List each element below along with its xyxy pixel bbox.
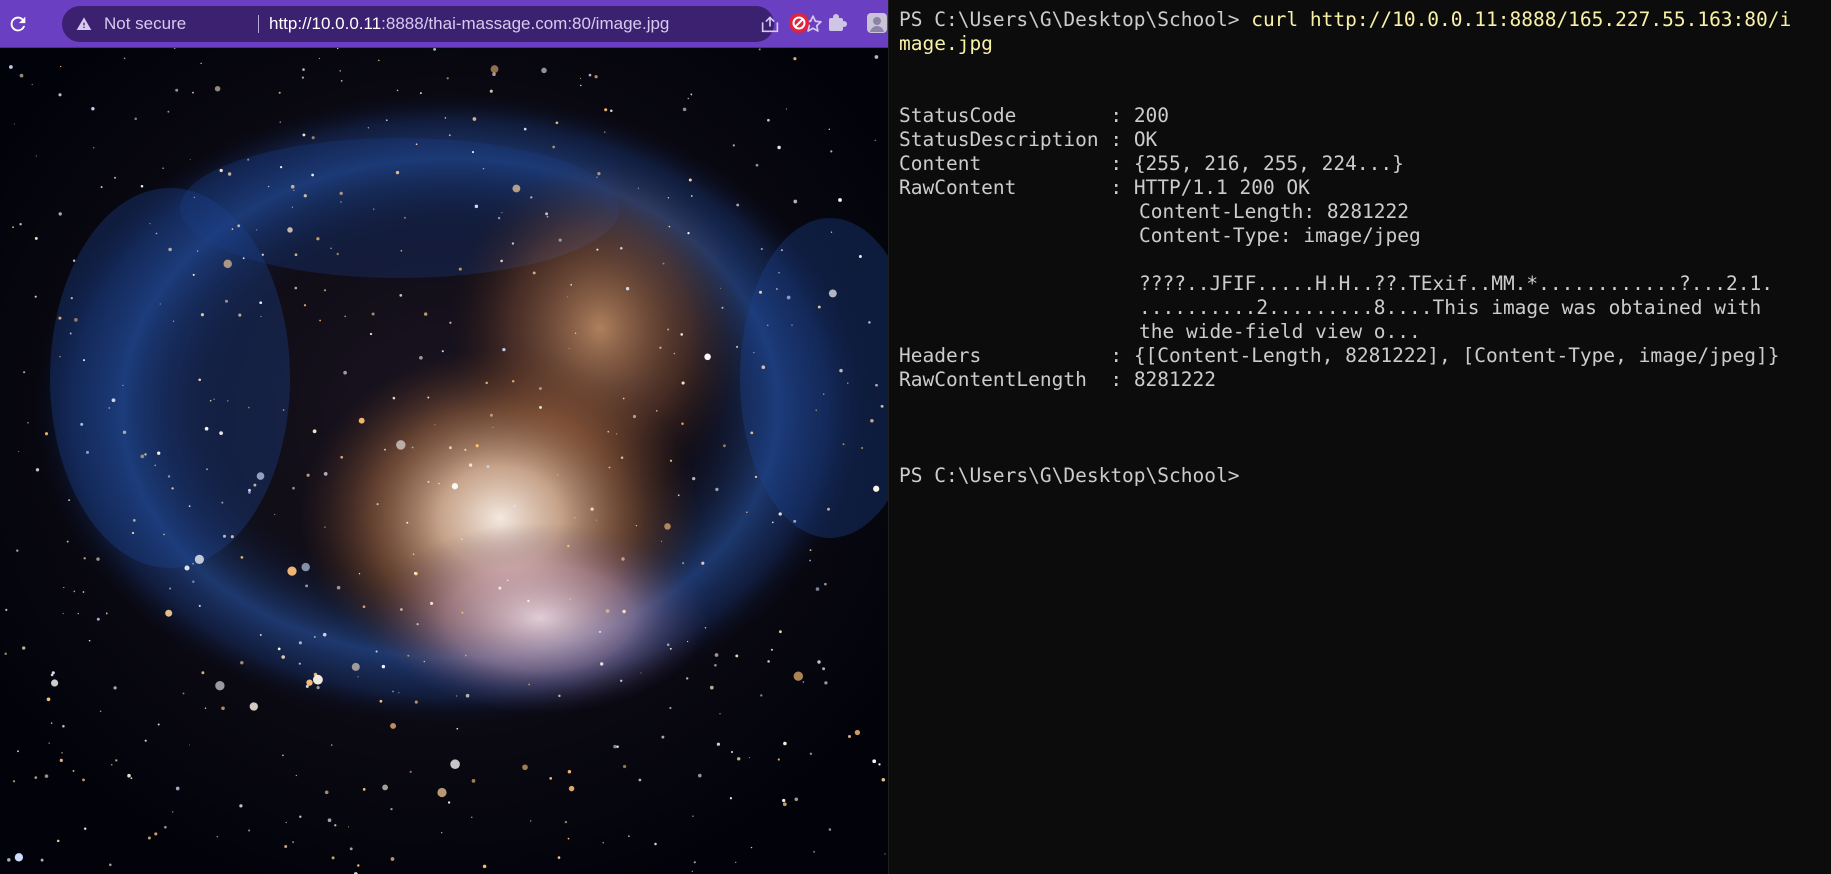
output-label: StatusDescription : (899, 128, 1134, 151)
address-bar[interactable]: Not secure http://10.0.0.11:8888/thai-ma… (62, 6, 822, 42)
prompt-text: PS C:\Users\G\Desktop\School> (899, 8, 1252, 31)
command-text: curl http://10.0.0.11:8888/165.227.55.16… (1251, 8, 1792, 31)
image-viewer[interactable] (0, 48, 888, 874)
output-content: Content : {255, 216, 255, 224...} (899, 152, 1404, 176)
prompt-line[interactable]: PS C:\Users\G\Desktop\School> (899, 464, 1239, 488)
output-value: OK (1133, 128, 1158, 151)
profile-extension-icon[interactable] (866, 12, 888, 34)
url-path: :8888/thai-massage.com:80/image.jpg (381, 14, 670, 33)
output-value: {255, 216, 255, 224...} (1133, 152, 1404, 175)
share-icon[interactable] (760, 15, 780, 33)
output-value: 200 (1133, 104, 1170, 127)
browser-toolbar: Not secure http://10.0.0.11:8888/thai-ma… (0, 0, 888, 48)
url-text[interactable]: http://10.0.0.11:8888/thai-massage.com:8… (269, 6, 669, 42)
output-label: StatusCode : (899, 104, 1134, 127)
refresh-icon (10, 16, 26, 32)
puzzle-extension-icon[interactable] (826, 12, 848, 34)
output-status-description: StatusDescription : OK (899, 128, 1157, 152)
security-status-text[interactable]: Not secure (104, 6, 186, 42)
raw-content-line: ????..JFIF.....H.H..??.TExif..MM.*......… (1139, 272, 1773, 295)
command-text-wrap: mage.jpg (899, 32, 993, 55)
output-raw-content: RawContent : HTTP/1.1 200 OK (899, 176, 1310, 200)
warning-icon[interactable] (76, 16, 92, 32)
output-status-code: StatusCode : 200 (899, 104, 1169, 128)
address-divider (258, 15, 259, 33)
output-label: Content : (899, 152, 1134, 175)
browser-window: Not secure http://10.0.0.11:8888/thai-ma… (0, 0, 888, 874)
output-label: RawContentLength : (899, 368, 1134, 391)
url-host: http://10.0.0.11 (269, 14, 382, 33)
output-value: HTTP/1.1 200 OK (1133, 176, 1310, 199)
output-value: {[Content-Length, 8281222], [Content-Typ… (1133, 344, 1780, 367)
command-line: PS C:\Users\G\Desktop\School> curl http:… (899, 8, 1791, 32)
output-raw-content-length: RawContentLength : 8281222 (899, 368, 1216, 392)
red-circle-extension-icon[interactable] (788, 12, 810, 34)
output-headers: Headers : {[Content-Length, 8281222], [C… (899, 344, 1780, 368)
raw-content-line: ..........2.........8....This image was … (1139, 296, 1762, 319)
output-value: 8281222 (1133, 368, 1216, 391)
output-label: RawContent : (899, 176, 1134, 199)
output-label: Headers : (899, 344, 1134, 367)
refresh-button[interactable] (2, 8, 34, 40)
raw-content-line: the wide-field view o... (1139, 320, 1421, 343)
raw-content-line: Content-Type: image/jpeg (1139, 224, 1421, 247)
nebula-image (0, 48, 888, 874)
raw-content-line: Content-Length: 8281222 (1139, 200, 1410, 223)
powershell-terminal[interactable]: PS C:\Users\G\Desktop\School> curl http:… (888, 0, 1831, 874)
